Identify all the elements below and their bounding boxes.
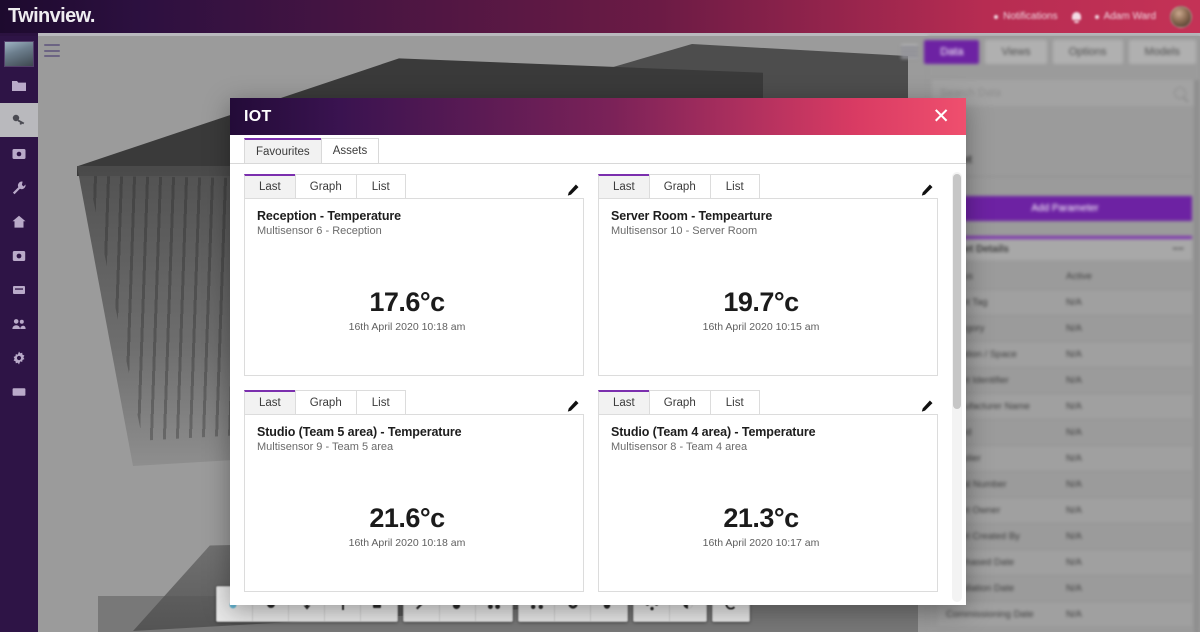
modal-scrollbar-thumb[interactable] bbox=[953, 174, 961, 409]
sensor-card-tabs: Last Graph List bbox=[598, 174, 938, 198]
top-bar-right: Notifications Adam Ward bbox=[994, 5, 1200, 28]
sensor-card-panel: Server Room - Tempearture Multisensor 10 … bbox=[598, 198, 938, 376]
modal-tab-bar: Favourites Assets bbox=[230, 135, 966, 164]
modal-scrollbar[interactable] bbox=[952, 172, 962, 602]
avatar[interactable] bbox=[1170, 5, 1192, 28]
bell-icon[interactable] bbox=[1071, 11, 1081, 23]
sensor-card-grid: Last Graph List Reception - Temperature Mult… bbox=[244, 174, 938, 592]
sensor-card-subtitle: Multisensor 10 - Server Room bbox=[611, 225, 758, 237]
sensor-card-timestamp: 16th April 2020 10:17 am bbox=[702, 537, 820, 549]
sensor-card-tabs: Last Graph List bbox=[244, 390, 584, 414]
sensor-card-tab-list[interactable]: List bbox=[355, 174, 406, 198]
sensor-card-tab-graph[interactable]: Graph bbox=[648, 390, 711, 414]
sensor-card-value: 19.7°c bbox=[723, 287, 799, 317]
sensor-card-tab-last[interactable]: Last bbox=[598, 390, 650, 414]
sensor-card: Last Graph List Studio (Team 5 area) - Temp… bbox=[244, 390, 584, 592]
sensor-card-value: 17.6°c bbox=[369, 287, 445, 317]
tab-favourites[interactable]: Favourites bbox=[244, 138, 322, 163]
modal-title: IOT bbox=[244, 107, 272, 125]
sensor-card-reading: 19.7°c 16th April 2020 10:15 am bbox=[599, 287, 923, 333]
sensor-card-panel: Studio (Team 4 area) - Temperature Multis… bbox=[598, 414, 938, 592]
sensor-card-tab-graph[interactable]: Graph bbox=[648, 174, 711, 198]
sensor-card-title: Studio (Team 5 area) - Temperature bbox=[257, 425, 462, 439]
sensor-card: Last Graph List Studio (Team 4 area) - Temp… bbox=[598, 390, 938, 592]
pencil-edit-icon[interactable] bbox=[565, 183, 584, 198]
user-link[interactable]: Adam Ward bbox=[1094, 11, 1156, 22]
sensor-card-subtitle: Multisensor 6 - Reception bbox=[257, 225, 382, 237]
sensor-card-reading: 17.6°c 16th April 2020 10:18 am bbox=[245, 287, 569, 333]
sensor-card-tab-list[interactable]: List bbox=[709, 390, 760, 414]
bullet-icon bbox=[994, 14, 999, 19]
user-label: Adam Ward bbox=[1103, 11, 1156, 22]
sensor-card-title: Reception - Temperature bbox=[257, 209, 402, 223]
notifications-label: Notifications bbox=[1003, 11, 1058, 22]
sensor-card-value: 21.3°c bbox=[723, 503, 799, 533]
sensor-card-title: Studio (Team 4 area) - Temperature bbox=[611, 425, 816, 439]
sensor-card-timestamp: 16th April 2020 10:18 am bbox=[348, 321, 466, 333]
sensor-card-subtitle: Multisensor 8 - Team 4 area bbox=[611, 441, 748, 453]
app-logo[interactable]: Twinview. bbox=[0, 5, 95, 28]
pencil-edit-icon bbox=[567, 400, 579, 412]
pencil-edit-icon[interactable] bbox=[565, 399, 584, 414]
pencil-edit-icon[interactable] bbox=[919, 399, 938, 414]
top-bar: Twinview. Notifications Adam Ward bbox=[0, 0, 1200, 33]
sensor-card-reading: 21.6°c 16th April 2020 10:18 am bbox=[245, 503, 569, 549]
sensor-card-tab-last[interactable]: Last bbox=[244, 174, 296, 198]
sensor-card-title: Server Room - Tempearture bbox=[611, 209, 773, 223]
notifications-link[interactable]: Notifications bbox=[994, 11, 1058, 22]
close-icon[interactable]: ✕ bbox=[928, 106, 954, 127]
sensor-card: Last Graph List Reception - Temperature Mult… bbox=[244, 174, 584, 376]
pencil-edit-icon bbox=[921, 184, 933, 196]
sensor-card-tabs: Last Graph List bbox=[598, 390, 938, 414]
sensor-card-tab-graph[interactable]: Graph bbox=[294, 174, 357, 198]
sensor-card-panel: Studio (Team 5 area) - Temperature Multis… bbox=[244, 414, 584, 592]
pencil-edit-icon[interactable] bbox=[919, 183, 938, 198]
sensor-card-value: 21.6°c bbox=[369, 503, 445, 533]
sensor-card-timestamp: 16th April 2020 10:15 am bbox=[702, 321, 820, 333]
sensor-card-subtitle: Multisensor 9 - Team 5 area bbox=[257, 441, 394, 453]
sensor-card-reading: 21.3°c 16th April 2020 10:17 am bbox=[599, 503, 923, 549]
modal-header: IOT ✕ bbox=[230, 98, 966, 135]
iot-modal: IOT ✕ Favourites Assets Last Graph List Rec… bbox=[230, 98, 966, 605]
modal-body: Last Graph List Reception - Temperature Mult… bbox=[230, 164, 966, 605]
sensor-card: Last Graph List Server Room - Tempearture Mu… bbox=[598, 174, 938, 376]
sensor-card-tab-list[interactable]: List bbox=[709, 174, 760, 198]
sensor-card-tab-last[interactable]: Last bbox=[244, 390, 296, 414]
sensor-card-tab-list[interactable]: List bbox=[355, 390, 406, 414]
tab-assets[interactable]: Assets bbox=[320, 138, 380, 163]
sensor-card-timestamp: 16th April 2020 10:18 am bbox=[348, 537, 466, 549]
application-root: Twinview. Notifications Adam Ward Data V… bbox=[0, 0, 1200, 632]
pencil-edit-icon bbox=[921, 400, 933, 412]
pencil-edit-icon bbox=[567, 184, 579, 196]
sensor-card-tab-graph[interactable]: Graph bbox=[294, 390, 357, 414]
bullet-icon bbox=[1094, 14, 1099, 19]
sensor-card-panel: Reception - Temperature Multisensor 6 - R… bbox=[244, 198, 584, 376]
modal-overlay: IOT ✕ Favourites Assets Last Graph List Rec… bbox=[0, 36, 1200, 632]
sensor-card-tab-last[interactable]: Last bbox=[598, 174, 650, 198]
sensor-card-tabs: Last Graph List bbox=[244, 174, 584, 198]
